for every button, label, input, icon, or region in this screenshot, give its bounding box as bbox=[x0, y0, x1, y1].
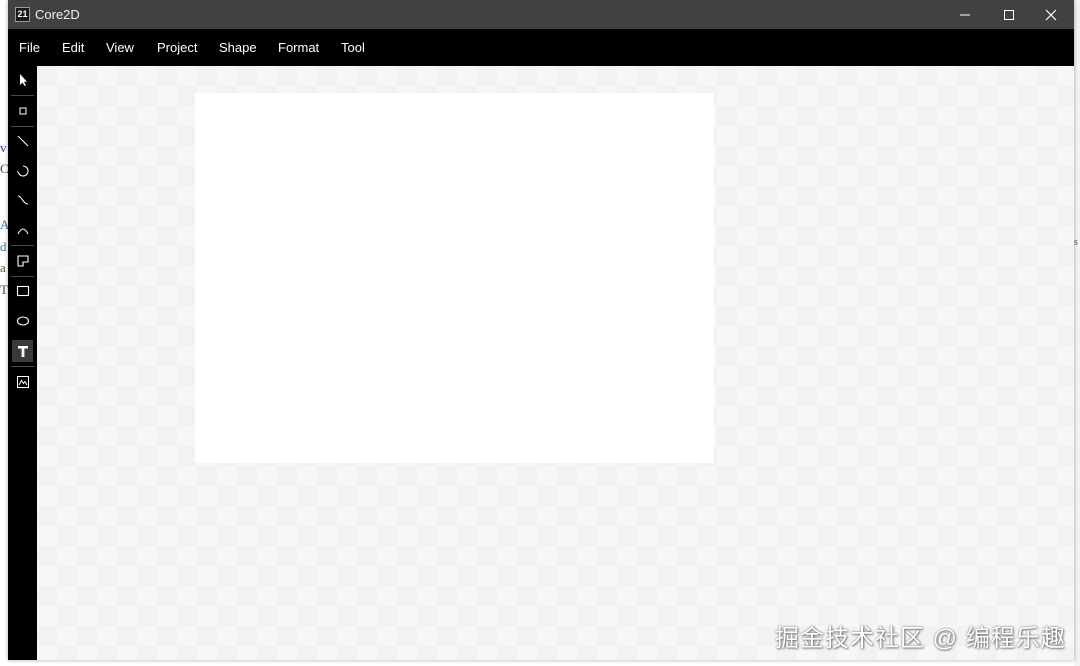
toolbar-divider bbox=[11, 245, 34, 246]
selection-tool-button[interactable] bbox=[12, 69, 33, 91]
background-glyph: a bbox=[0, 260, 6, 275]
menu-shape[interactable]: Shape bbox=[219, 40, 257, 55]
background-glyph: d bbox=[0, 239, 7, 254]
core2d-window: 21 Core2D File Edit View Project Shape F… bbox=[8, 0, 1074, 660]
image-tool-button[interactable] bbox=[12, 371, 33, 393]
line-icon bbox=[17, 135, 28, 147]
maximize-icon bbox=[1004, 9, 1014, 20]
minimize-button[interactable] bbox=[942, 0, 988, 29]
close-icon bbox=[1045, 9, 1057, 20]
tool-palette bbox=[8, 66, 37, 660]
menu-view[interactable]: View bbox=[106, 40, 134, 55]
toolbar-divider bbox=[11, 95, 34, 96]
quadratic-bezier-icon bbox=[17, 228, 28, 235]
line-tool-button[interactable] bbox=[12, 130, 33, 152]
background-glyph: v bbox=[0, 140, 7, 155]
ellipse-icon bbox=[16, 316, 29, 326]
rectangle-tool-button[interactable] bbox=[12, 280, 33, 302]
ellipse-tool-button[interactable] bbox=[12, 310, 33, 332]
toolbar-divider bbox=[11, 126, 34, 127]
quadratic-bezier-tool-button[interactable] bbox=[12, 219, 33, 241]
menu-tool[interactable]: Tool bbox=[341, 40, 365, 55]
background-left-strip: v C A d a T bbox=[0, 0, 9, 666]
background-glyph: s bbox=[1074, 237, 1078, 248]
maximize-button[interactable] bbox=[986, 0, 1032, 29]
path-icon bbox=[16, 255, 29, 267]
toolbar-divider bbox=[11, 366, 34, 367]
point-icon bbox=[19, 107, 26, 115]
text-tool-button[interactable] bbox=[12, 340, 33, 362]
drawing-canvas[interactable] bbox=[37, 66, 1074, 660]
window-title: Core2D bbox=[35, 7, 80, 22]
background-right-strip: s bbox=[1074, 0, 1080, 666]
close-button[interactable] bbox=[1028, 0, 1074, 29]
rectangle-icon bbox=[16, 285, 29, 297]
minimize-icon bbox=[960, 14, 970, 15]
menu-project[interactable]: Project bbox=[157, 40, 197, 55]
title-bar[interactable]: 21 Core2D bbox=[8, 0, 1074, 29]
menu-file[interactable]: File bbox=[19, 40, 40, 55]
page-container[interactable] bbox=[195, 93, 714, 463]
image-icon bbox=[16, 376, 29, 388]
arc-tool-button[interactable] bbox=[12, 160, 33, 182]
menu-format[interactable]: Format bbox=[278, 40, 319, 55]
text-icon bbox=[17, 346, 28, 357]
cubic-bezier-tool-button[interactable] bbox=[12, 189, 33, 211]
menu-edit[interactable]: Edit bbox=[62, 40, 84, 55]
watermark-text: 掘金技术社区 @ 编程乐趣 bbox=[775, 625, 1066, 652]
arc-icon bbox=[16, 165, 29, 177]
point-tool-button[interactable] bbox=[12, 100, 33, 122]
background-glyph: T bbox=[0, 282, 8, 297]
app-icon: 21 bbox=[15, 7, 30, 22]
path-tool-button[interactable] bbox=[12, 250, 33, 272]
menu-bar: File Edit View Project Shape Format Tool bbox=[8, 29, 1074, 66]
toolbar-divider bbox=[11, 276, 34, 277]
cubic-bezier-icon bbox=[17, 195, 28, 205]
selection-icon bbox=[19, 74, 27, 86]
